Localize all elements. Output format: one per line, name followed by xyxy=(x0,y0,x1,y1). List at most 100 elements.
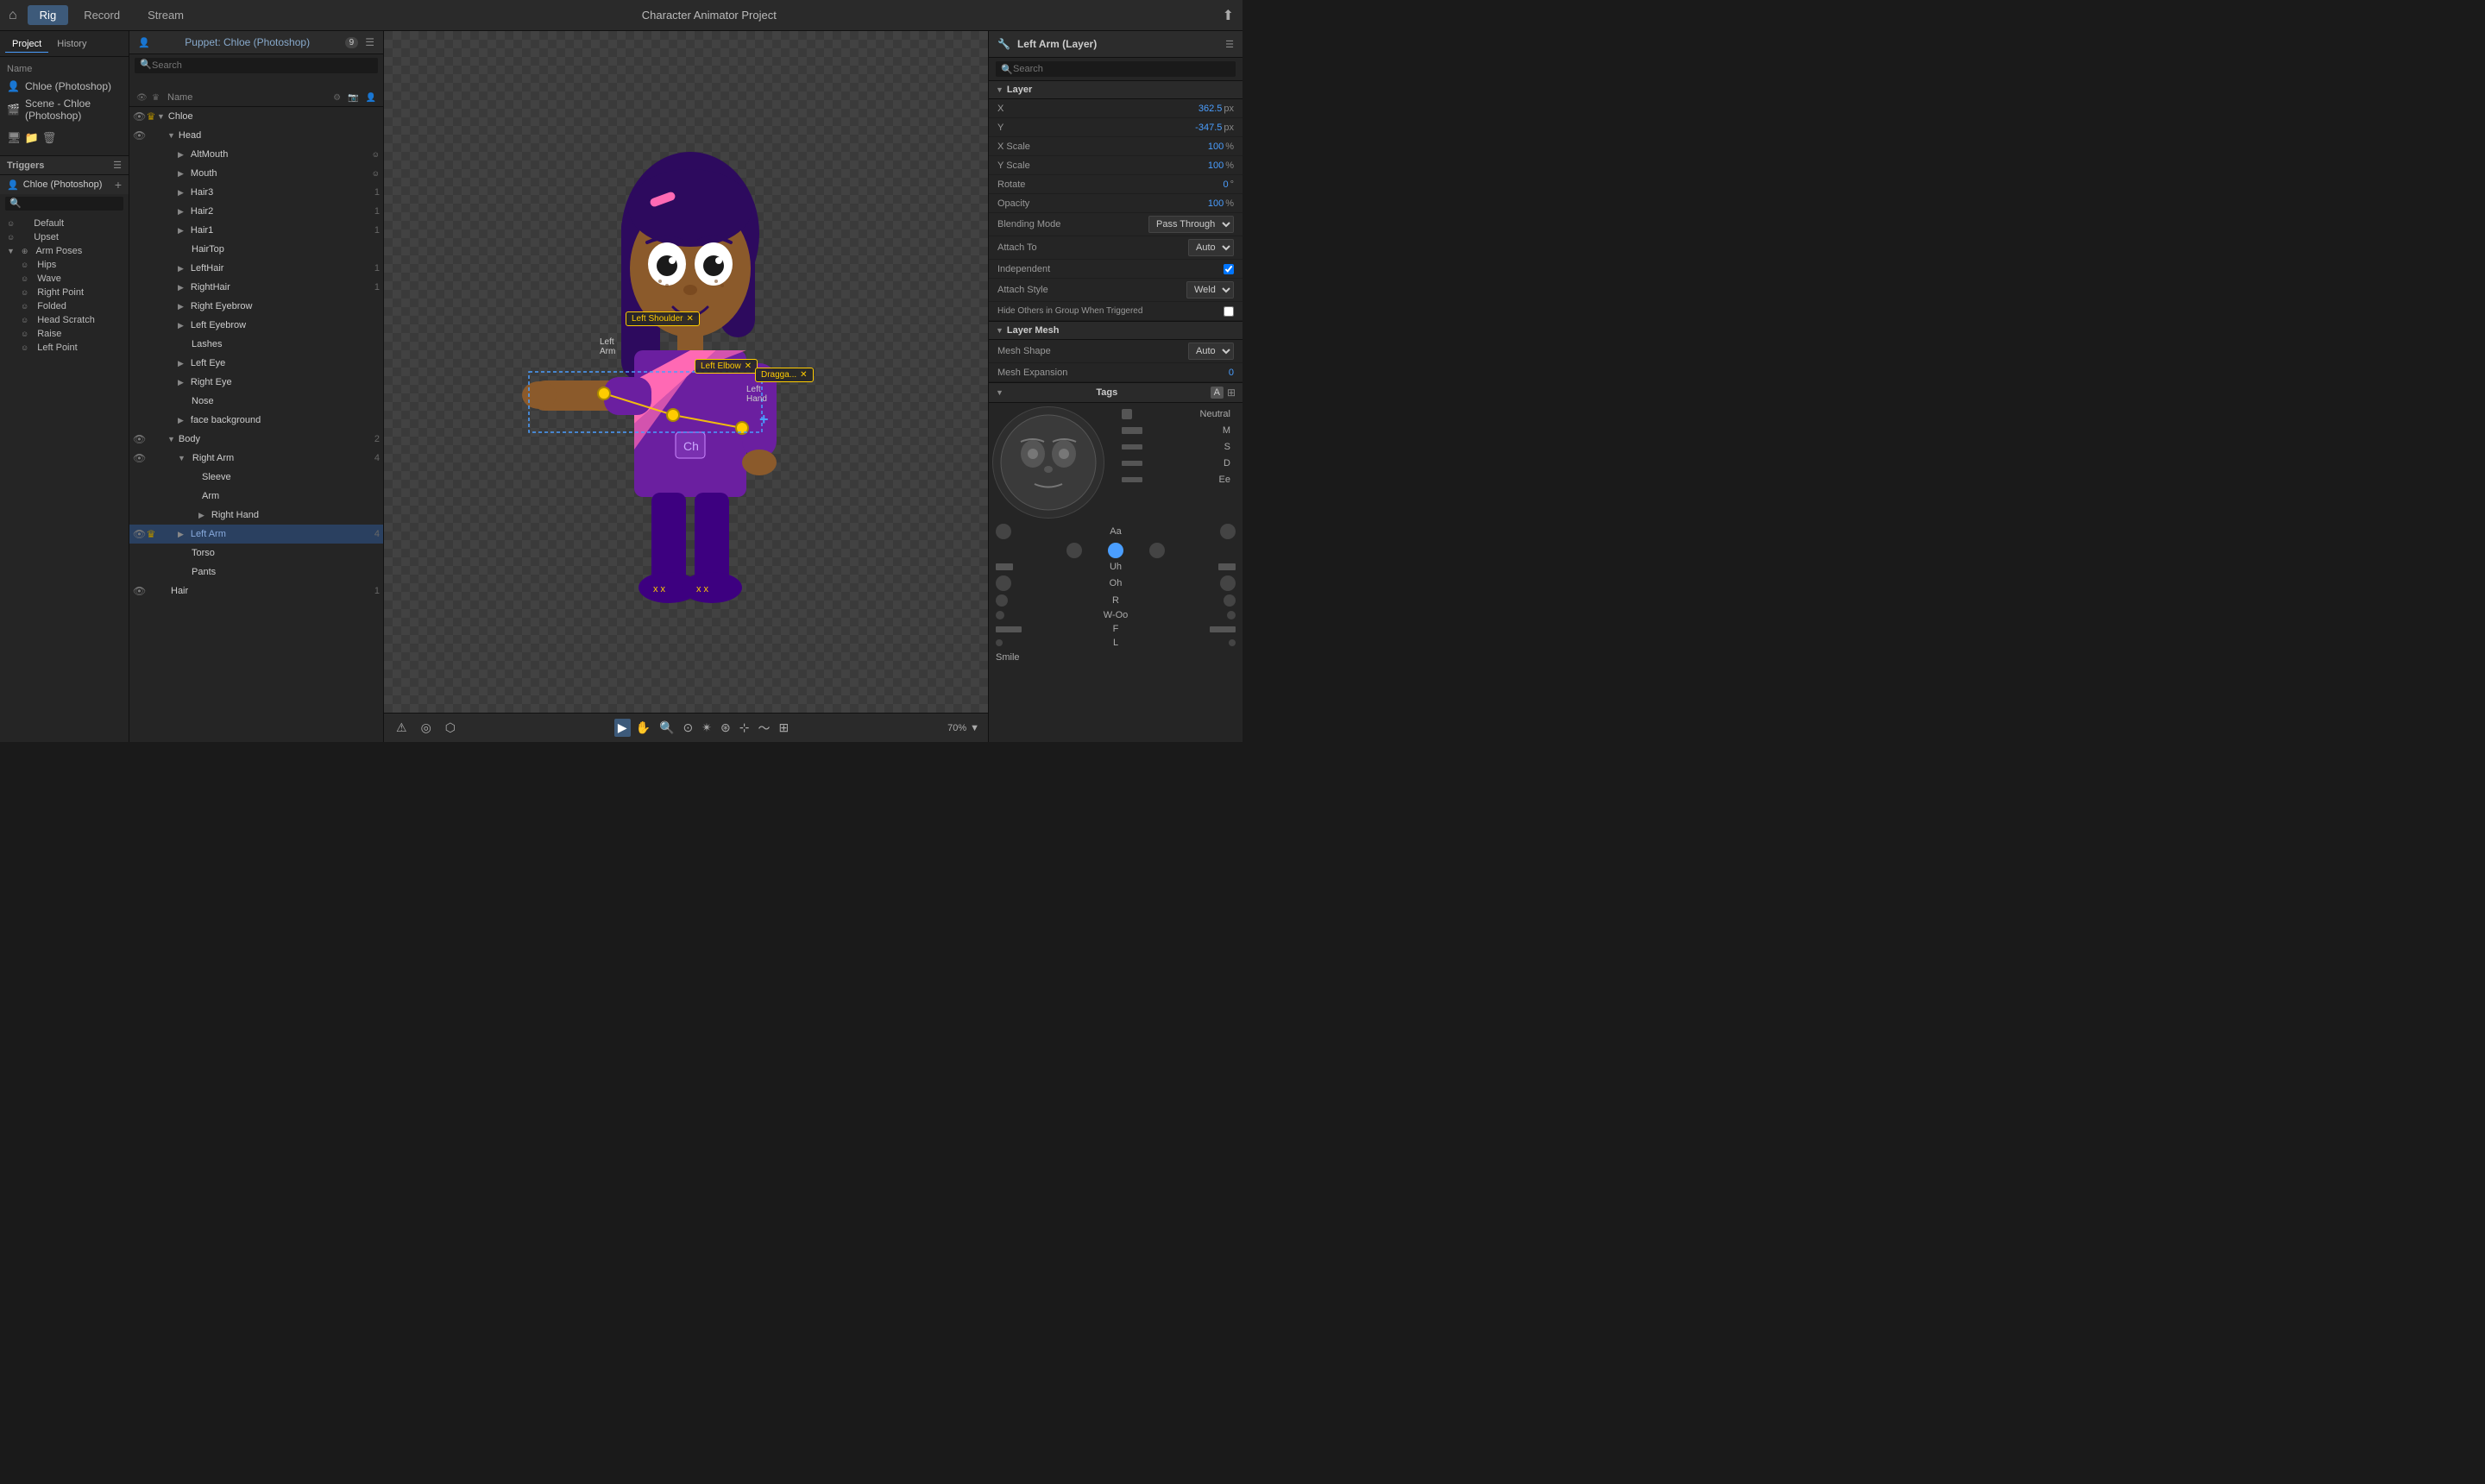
properties-search-input[interactable] xyxy=(996,61,1236,77)
puppet-menu-icon[interactable]: ☰ xyxy=(365,36,374,48)
tree-row-face-bg[interactable]: ▶ face background xyxy=(129,411,383,430)
tags-section-header[interactable]: ▼ Tags A ⊞ xyxy=(989,382,1242,403)
rig-close-shoulder[interactable]: ✕ xyxy=(687,314,694,324)
prop-value-x[interactable]: 362.5 xyxy=(1198,104,1223,114)
tree-row-torso[interactable]: Torso xyxy=(129,544,383,563)
tree-row-chloe[interactable]: 👁 ♛ ▼ Chloe xyxy=(129,107,383,126)
tree-row-nose[interactable]: Nose xyxy=(129,392,383,411)
tree-row-lefthair[interactable]: ▶ LeftHair 1 xyxy=(129,259,383,278)
trigger-item-right-point[interactable]: ☺ Right Point xyxy=(0,286,129,299)
tree-row-left-arm[interactable]: 👁 ♛ ▶ Left Arm 4 xyxy=(129,525,383,544)
prop-checkbox-hide-others[interactable] xyxy=(1224,306,1234,317)
properties-menu-icon[interactable]: ☰ xyxy=(1225,39,1234,50)
zoom-dropdown-icon[interactable]: ▼ xyxy=(970,723,979,733)
canvas-viewport[interactable]: Ch xyxy=(384,31,988,713)
tree-row-pants[interactable]: Pants xyxy=(129,563,383,582)
home-icon[interactable]: ⌂ xyxy=(9,8,17,23)
zoom-tool[interactable]: 🔍 xyxy=(656,719,677,737)
app-title: Character Animator Project xyxy=(196,9,1223,22)
puppet-search-input[interactable] xyxy=(135,58,378,73)
tags-icon-filter[interactable]: ⊞ xyxy=(1227,387,1236,399)
trigger-group-arm-poses[interactable]: ▼ ⊕ Arm Poses xyxy=(0,244,129,258)
viseme-dot-oh-l xyxy=(996,575,1011,591)
tree-row-hair1[interactable]: ▶ Hair1 1 xyxy=(129,221,383,240)
tree-row-hair[interactable]: 👁 Hair 1 xyxy=(129,582,383,601)
circle-tool[interactable]: ◎ xyxy=(418,719,435,737)
tree-row-right-eyebrow[interactable]: ▶ Right Eyebrow xyxy=(129,297,383,316)
select-tool[interactable]: ▶ xyxy=(614,719,631,737)
prop-value-opacity[interactable]: 100 xyxy=(1208,198,1224,209)
prop-value-y[interactable]: -347.5 xyxy=(1195,123,1222,133)
wave-tool[interactable]: 〜 xyxy=(754,718,773,739)
layer-section-header[interactable]: ▼ Layer xyxy=(989,80,1242,99)
prop-value-rotate[interactable]: 0 xyxy=(1223,179,1228,190)
tree-row-head[interactable]: 👁 ▼ Head xyxy=(129,126,383,145)
tab-project[interactable]: Project xyxy=(5,36,48,53)
grid-tool[interactable]: ⊞ xyxy=(775,719,792,737)
trigger-item-wave[interactable]: ☺ Wave xyxy=(0,272,129,286)
tree-row-hair2[interactable]: ▶ Hair2 1 xyxy=(129,202,383,221)
prop-value-x-scale[interactable]: 100 xyxy=(1208,141,1224,152)
record-tool[interactable]: ⊙ xyxy=(680,719,697,737)
project-item-scene[interactable]: 🎬 Scene - Chloe (Photoshop) xyxy=(0,95,129,124)
arrow-body: ▼ xyxy=(157,435,175,443)
rig-close-dragga[interactable]: ✕ xyxy=(800,370,807,380)
export-icon[interactable]: ⬆ xyxy=(1223,7,1234,24)
tree-row-altmouth[interactable]: ▶ AltMouth ☺ xyxy=(129,145,383,164)
project-item-chloe[interactable]: 👤 Chloe (Photoshop) xyxy=(0,78,129,95)
tree-row-hairtop[interactable]: HairTop xyxy=(129,240,383,259)
tree-row-mouth[interactable]: ▶ Mouth ☺ xyxy=(129,164,383,183)
warn-tool[interactable]: ⚠ xyxy=(393,719,411,737)
new-folder-icon[interactable]: 🖥 xyxy=(7,131,22,145)
prop-dropdown-attach-to[interactable]: Auto xyxy=(1188,239,1234,256)
triggers-menu-icon[interactable]: ☰ xyxy=(113,160,122,171)
tab-record[interactable]: Record xyxy=(72,5,132,25)
viseme-icon-ee xyxy=(1122,477,1142,482)
prop-dropdown-blending-mode[interactable]: Pass Through Normal Multiply xyxy=(1148,216,1234,233)
hex-tool[interactable]: ⬡ xyxy=(442,719,459,737)
layer-mesh-section-header[interactable]: ▼ Layer Mesh xyxy=(989,321,1242,340)
prop-value-y-scale[interactable]: 100 xyxy=(1208,160,1224,171)
tab-history[interactable]: History xyxy=(50,36,93,53)
folder-icon[interactable]: 📁 xyxy=(25,131,39,145)
prop-checkbox-independent[interactable] xyxy=(1224,264,1234,274)
triggers-search-input[interactable] xyxy=(5,197,123,211)
tags-icon-a[interactable]: A xyxy=(1211,387,1224,399)
rig-label-left-elbow[interactable]: Left Elbow ✕ xyxy=(695,359,758,374)
num-hair: 1 xyxy=(366,586,380,596)
pin-tool[interactable]: ⊛ xyxy=(717,719,734,737)
tab-stream[interactable]: Stream xyxy=(135,5,196,25)
tree-row-sleeve[interactable]: Sleeve xyxy=(129,468,383,487)
tree-row-lashes[interactable]: Lashes xyxy=(129,335,383,354)
tab-rig[interactable]: Rig xyxy=(28,5,69,25)
tree-row-righthair[interactable]: ▶ RightHair 1 xyxy=(129,278,383,297)
prop-dropdown-mesh-shape[interactable]: Auto xyxy=(1188,343,1234,360)
mesh-tool[interactable]: ⊹ xyxy=(736,719,753,737)
tree-row-left-eyebrow[interactable]: ▶ Left Eyebrow xyxy=(129,316,383,335)
rig-label-left-shoulder[interactable]: Left Shoulder ✕ xyxy=(626,311,700,326)
tree-row-body[interactable]: 👁 ▼ Body 2 xyxy=(129,430,383,449)
trigger-item-raise[interactable]: ☺ Raise xyxy=(0,327,129,341)
rig-close-elbow[interactable]: ✕ xyxy=(745,362,752,371)
trigger-item-upset[interactable]: ☺ Upset xyxy=(0,230,129,244)
prop-dropdown-attach-style[interactable]: Weld xyxy=(1186,281,1234,299)
prop-value-mesh-expansion[interactable]: 0 xyxy=(1229,368,1234,378)
tree-row-right-hand[interactable]: ▶ Right Hand xyxy=(129,506,383,525)
bone-tool[interactable]: ✴ xyxy=(698,719,715,737)
tree-row-arm[interactable]: Arm xyxy=(129,487,383,506)
trigger-item-default[interactable]: ☺ Default xyxy=(0,217,129,230)
label-right-arm: Right Arm xyxy=(191,453,366,463)
tree-row-left-eye[interactable]: ▶ Left Eye xyxy=(129,354,383,373)
tree-row-right-eye[interactable]: ▶ Right Eye xyxy=(129,373,383,392)
rig-plus-button[interactable]: + xyxy=(759,411,769,429)
trash-icon[interactable]: 🗑 xyxy=(42,131,57,145)
trigger-item-folded[interactable]: ☺ Folded xyxy=(0,299,129,313)
trigger-item-hips[interactable]: ☺ Hips xyxy=(0,258,129,272)
triggers-add-icon[interactable]: + xyxy=(115,178,122,192)
trigger-item-left-point[interactable]: ☺ Left Point xyxy=(0,341,129,355)
tree-row-right-arm[interactable]: 👁 ▼ Right Arm 4 xyxy=(129,449,383,468)
tree-row-hair3[interactable]: ▶ Hair3 1 xyxy=(129,183,383,202)
rig-label-dragga[interactable]: Dragga... ✕ xyxy=(755,368,814,382)
hand-tool[interactable]: ✋ xyxy=(632,719,654,737)
trigger-item-head-scratch[interactable]: ☺ Head Scratch xyxy=(0,313,129,327)
